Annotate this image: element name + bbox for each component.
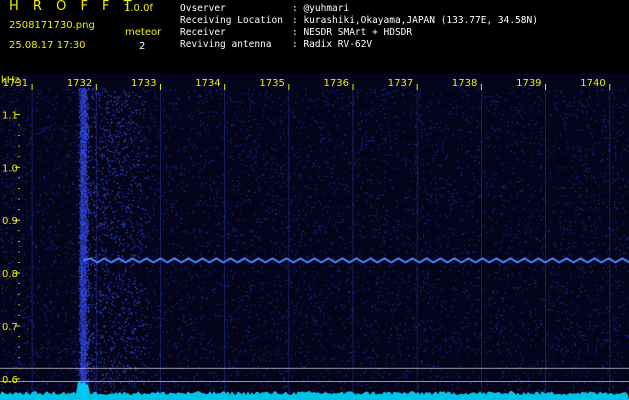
x-tick-label: 1738 [452,78,477,89]
timestamp-label: 25.08.17 17:30 [9,40,86,51]
y-tick-label: 0.8 [2,269,18,280]
y-tick-label: 0.9 [2,216,18,227]
receiver-label: Receiver [180,27,226,38]
y-tick-label: 0.7 [2,322,18,333]
header-panel: H R O F F T 1.0.0f 250817173­0.png meteo… [0,0,629,74]
mode-label: meteor [125,27,162,38]
antenna-value: : Radix RV-62V [292,39,373,50]
x-tick-label: 1736 [324,78,349,89]
y-axis-unit: kHz [1,75,20,86]
meteor-echo-column [80,88,87,400]
antenna-label: Reviving antenna [180,39,272,50]
location-label: Receiving Location [180,15,283,26]
x-tick-label: 1733 [131,78,156,89]
x-tick-label: 1737 [388,78,413,89]
observer-value: : @yuhmari [292,3,350,14]
x-tick-label: 1732 [67,78,92,89]
spectrogram-plot: 1731 1732 1733 1734 1735 1736 1737 1738 1739 1740… [0,74,629,400]
y-tick-label: 0.6 [2,375,18,386]
x-tick-label: 1735 [259,78,284,89]
location-value: : kurashiki,Okayama,JAPAN (133.77E, 34.5… [292,15,538,26]
x-tick-label: 1739 [516,78,541,89]
x-tick-label: 1740 [580,78,605,89]
filename-label: 250817173­0.png [9,20,95,31]
receiver-value: : NESDR SMArt + HDSDR [292,27,413,38]
x-tick-label: 1734 [195,78,220,89]
y-tick-label: 1.0 [2,163,18,174]
meteor-count: 2 [139,41,146,52]
app-title: H R O F F T [9,0,137,14]
y-tick-label: 1.1 [2,110,18,121]
plot-background [0,74,629,400]
observer-label: Ovserver [180,3,226,14]
version-label: 1.0.0f [124,3,153,14]
